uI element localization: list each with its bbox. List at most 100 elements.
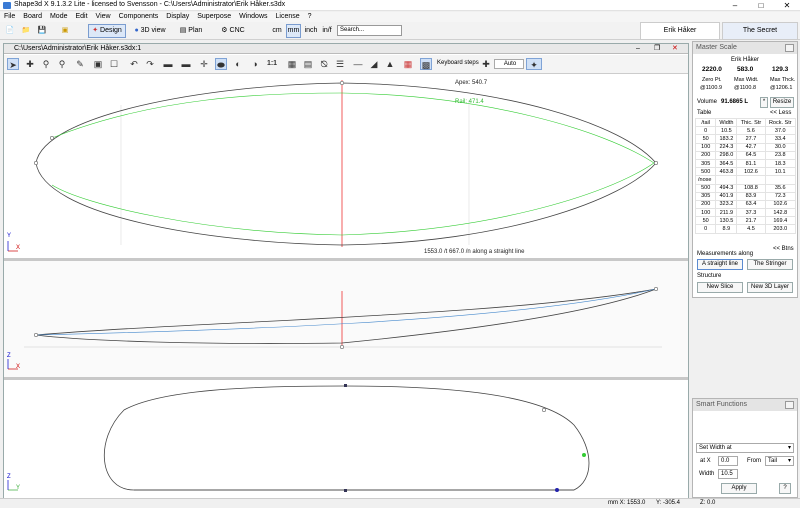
minimize-button[interactable]: – xyxy=(722,0,748,11)
straight-line-button[interactable]: A straight line xyxy=(697,259,743,270)
doc-minimize-button[interactable]: – xyxy=(636,44,640,54)
resize-button[interactable]: Resize xyxy=(770,97,794,108)
new-file-icon[interactable]: 📄 xyxy=(3,24,17,38)
3d-view-button[interactable]: ● 3D view xyxy=(130,24,170,38)
new-slice-button[interactable]: New Slice xyxy=(697,282,743,293)
zoom-icon[interactable]: ⚲ xyxy=(40,58,52,70)
max-width-value[interactable]: 583.0 xyxy=(737,66,753,73)
menu-board[interactable]: Board xyxy=(19,12,46,21)
stamp-icon[interactable]: ▣ xyxy=(92,58,104,70)
unit-cm[interactable]: cm xyxy=(270,24,284,38)
panel-close-button[interactable] xyxy=(785,44,794,52)
profile-canvas[interactable] xyxy=(4,261,688,377)
smart-help-button[interactable]: ? xyxy=(779,483,791,494)
outline-view[interactable]: Apex: 540.7 Rail: 471.4 1553.0 /t 667.0 … xyxy=(4,75,688,258)
save-icon[interactable]: 💾 xyxy=(35,24,49,38)
export-icon[interactable]: ▣ xyxy=(58,24,72,38)
outline-tail-point[interactable] xyxy=(33,160,39,166)
table-row[interactable]: 100 224.3 42.7 30.0 xyxy=(694,142,796,152)
menu-superpose[interactable]: Superpose xyxy=(193,12,235,21)
zoom-area-icon[interactable]: ⚲ xyxy=(56,58,68,70)
stack-icon[interactable]: ☰ xyxy=(334,58,346,70)
outline-canvas[interactable] xyxy=(4,75,688,258)
crosshair-icon[interactable]: ✦ xyxy=(526,58,542,70)
table-row[interactable]: 100 211.9 37.3 142.8 xyxy=(694,208,796,218)
menu-windows[interactable]: Windows xyxy=(235,12,271,21)
document-icon[interactable]: ☐ xyxy=(108,58,120,70)
table-row[interactable]: 500 494.3 108.8 35.6 xyxy=(694,183,796,193)
layout-icon[interactable]: ▩ xyxy=(420,58,432,70)
slice-bottom-rail-point[interactable] xyxy=(555,488,559,492)
close-button[interactable]: ✕ xyxy=(774,0,800,11)
profile-view[interactable]: Z X xyxy=(4,261,688,377)
menu-display[interactable]: Display xyxy=(162,12,193,21)
menu-file[interactable]: File xyxy=(0,12,19,21)
slice-view[interactable]: Z Y xyxy=(4,380,688,498)
table-row[interactable]: 305 401.9 83.9 72.3 xyxy=(694,191,796,201)
menu-view[interactable]: View xyxy=(92,12,115,21)
table-row[interactable]: 200 323.2 63.4 102.6 xyxy=(694,199,796,210)
measure-icon[interactable]: ⦰ xyxy=(318,58,330,70)
grid-icon[interactable]: ▦ xyxy=(286,58,298,70)
open-folder-icon[interactable]: 📁 xyxy=(19,24,33,38)
select-arrow-icon[interactable]: ➤ xyxy=(7,58,19,70)
less-button[interactable]: << Less xyxy=(770,110,791,116)
width-input[interactable]: 10.5 xyxy=(718,469,738,479)
doc-close-button[interactable]: ✕ xyxy=(672,44,678,54)
profile-view-icon[interactable]: ▬ xyxy=(180,58,192,70)
keyboard-steps-input[interactable]: Auto xyxy=(494,59,524,69)
menu-edit[interactable]: Edit xyxy=(71,12,91,21)
tab-erik-haker[interactable]: Erik Håker xyxy=(640,22,720,40)
brush-icon[interactable]: ✎ xyxy=(74,58,86,70)
cnc-button[interactable]: ⚙ CNC xyxy=(216,24,250,38)
unit-mm[interactable]: mm xyxy=(286,24,301,38)
outline-view-icon[interactable]: ▬ xyxy=(162,58,174,70)
unit-inf[interactable]: in/f xyxy=(320,24,334,38)
smart-close-button[interactable] xyxy=(785,401,794,409)
menu-license[interactable]: License xyxy=(272,12,304,21)
move-points-icon[interactable]: ✚ xyxy=(24,58,36,70)
function-select[interactable]: Set Width at ▾ xyxy=(696,443,794,453)
outline-control-point[interactable] xyxy=(49,135,55,141)
from-select[interactable]: Tail ▾ xyxy=(765,456,794,466)
menu-components[interactable]: Components xyxy=(115,12,163,21)
max-thickness-value[interactable]: 129.3 xyxy=(772,66,788,73)
table-row[interactable]: 0 10.5 5.6 37.0 xyxy=(694,126,796,136)
slice-rail-point[interactable] xyxy=(582,453,586,457)
plan-button[interactable]: ▤ Plan xyxy=(174,24,208,38)
slice-top-point[interactable] xyxy=(344,384,347,387)
apply-button[interactable]: Apply xyxy=(721,483,757,494)
table-row[interactable]: 305 364.5 81.1 18.3 xyxy=(694,158,796,169)
new-3d-layer-button[interactable]: New 3D Layer xyxy=(747,282,793,293)
undo-icon[interactable]: ↶ xyxy=(128,58,140,70)
btns-toggle[interactable]: << Btns xyxy=(773,246,794,252)
unit-inch[interactable]: inch xyxy=(303,24,319,38)
outline-apex-point[interactable] xyxy=(339,80,345,86)
table-row[interactable]: 50 183.2 27.7 33.4 xyxy=(694,134,796,144)
menu-mode[interactable]: Mode xyxy=(46,12,72,21)
redo-icon[interactable]: ↷ xyxy=(144,58,156,70)
table-row[interactable]: 0 8.9 4.5 203.0 xyxy=(694,224,796,234)
stringer-button[interactable]: The Stringer xyxy=(747,259,793,270)
mountain-icon[interactable]: ▲ xyxy=(384,58,396,70)
table-icon[interactable]: ▤ xyxy=(302,58,314,70)
design-button[interactable]: ✦ Design xyxy=(88,24,126,38)
volume-star-button[interactable]: * xyxy=(760,97,768,108)
slice-canvas[interactable] xyxy=(4,380,688,498)
color-palette-icon[interactable]: ▦ xyxy=(402,58,414,70)
keyboard-steps-icon[interactable]: ✚ xyxy=(480,58,492,70)
search-input[interactable]: Search... xyxy=(337,25,402,36)
slice-bottom-point[interactable] xyxy=(344,489,347,492)
zero-pt-value[interactable]: 2220.0 xyxy=(702,66,722,73)
doc-restore-button[interactable]: ❐ xyxy=(654,44,660,54)
bottom-view-icon[interactable]: ◑ xyxy=(249,58,261,70)
slice-view-icon[interactable]: ◐ xyxy=(232,58,244,70)
board-view-icon[interactable]: ⬬ xyxy=(215,58,227,70)
menu-help[interactable]: ? xyxy=(304,12,316,21)
stringer-icon[interactable]: ― xyxy=(352,58,364,70)
table-row[interactable]: 200 298.0 64.5 23.8 xyxy=(694,150,796,160)
table-row[interactable]: 50 130.5 21.7 169.4 xyxy=(694,216,796,226)
table-row[interactable]: 500 463.8 102.6 10.1 xyxy=(694,167,796,177)
maximize-button[interactable]: □ xyxy=(748,0,774,11)
fin-icon[interactable]: ◢ xyxy=(368,58,380,70)
